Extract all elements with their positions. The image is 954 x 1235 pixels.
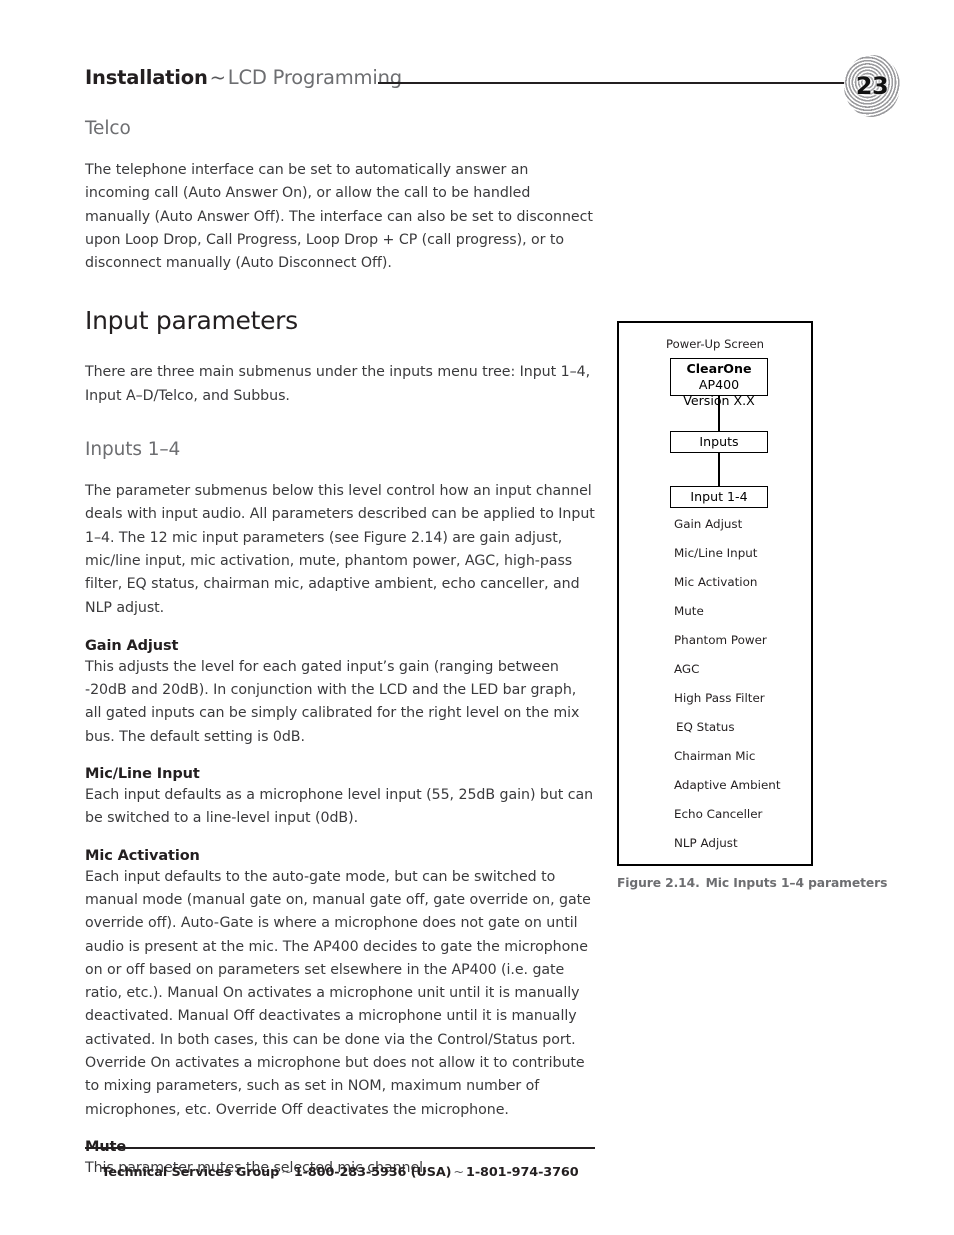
figure-param-chairman-mic: Chairman Mic: [674, 749, 756, 763]
header-title-light: LCD Programming: [227, 66, 402, 89]
heading-telco: Telco: [85, 118, 131, 139]
footer-contact-line: Technical Services Group ~1-800-283-5936 …: [85, 1165, 595, 1180]
figure-param-gain-adjust: Gain Adjust: [674, 517, 743, 531]
main-text-column: Telco The telephone interface can be set…: [85, 118, 595, 1180]
figure-param-phantom-power: Phantom Power: [674, 633, 767, 647]
heading-mic-activation: Mic Activation: [85, 847, 200, 864]
paragraph-inputs-1-4: The parameter submenus below this level …: [85, 483, 595, 616]
document-page: Installation ~ LCD Programming 23 Telco Th…: [0, 0, 954, 1235]
figure-param-echo-canceller: Echo Canceller: [674, 807, 763, 821]
footer-tilde-2: ~: [453, 1164, 465, 1180]
footer-phone-intl: 1-801-974-3760: [466, 1164, 579, 1180]
header-divider-rule: [378, 82, 848, 84]
figure-caption: Figure 2.14. Mic Inputs 1–4 parameters: [617, 876, 937, 890]
page-footer: Technical Services Group ~1-800-283-5936 …: [85, 1147, 595, 1180]
figure-param-eq-status: EQ Status: [676, 720, 735, 734]
footer-tilde-1: ~: [281, 1164, 292, 1180]
page-number-badge: 23: [844, 55, 900, 117]
paragraph-mic-activation: Each input defaults to the auto-gate mod…: [85, 868, 591, 1118]
clearone-model: AP400: [698, 377, 740, 392]
clearone-brand: ClearOne: [686, 361, 752, 376]
footer-phone-usa: 1-800-283-5936 (USA): [293, 1164, 452, 1180]
figure-caption-number: Figure 2.14.: [617, 876, 700, 890]
figure-param-adaptive-ambient: Adaptive Ambient: [674, 778, 781, 792]
figure-power-up-label: Power-Up Screen: [666, 337, 764, 351]
figure-connector-2: [718, 453, 720, 490]
figure-param-agc: AGC: [674, 662, 700, 676]
paragraph-gain-adjust: This adjusts the level for each gated in…: [85, 658, 580, 745]
figure-frame: Power-Up Screen ClearOne AP400 Version X…: [617, 321, 813, 866]
paragraph-input-parameters: There are three main submenus under the …: [85, 364, 591, 404]
footer-group-name: Technical Services Group: [101, 1164, 280, 1180]
heading-gain-adjust: Gain Adjust: [85, 637, 179, 654]
figure-box-line-1: ClearOne AP400: [671, 361, 767, 393]
page-number: 23: [855, 72, 889, 100]
figure-param-mic-line-input: Mic/Line Input: [674, 546, 758, 560]
figure-box-power-up-screen: ClearOne AP400 Version X.X: [670, 358, 768, 408]
figure-caption-title: Mic Inputs 1–4 parameters: [705, 876, 888, 890]
heading-mic-line-input: Mic/Line Input: [85, 766, 200, 783]
figure-box-inputs: Inputs: [670, 431, 768, 453]
running-header: Installation ~ LCD Programming 23: [85, 55, 900, 117]
header-title-strong: Installation: [85, 66, 208, 89]
figure-param-nlp-adjust: NLP Adjust: [674, 836, 738, 850]
heading-input-parameters: Input parameters: [85, 306, 298, 336]
figure-param-mute: Mute: [674, 604, 704, 618]
paragraph-telco: The telephone interface can be set to au…: [85, 162, 593, 272]
footer-divider-rule: [85, 1147, 595, 1149]
paragraph-mic-line-input: Each input defaults as a microphone leve…: [85, 787, 594, 827]
figure-box-input-1-4: Input 1-4: [670, 486, 768, 508]
figure-param-high-pass-filter: High Pass Filter: [674, 691, 765, 705]
header-title: Installation ~ LCD Programming: [85, 66, 402, 89]
figure-2-14: Power-Up Screen ClearOne AP400 Version X…: [617, 321, 813, 866]
figure-param-mic-activation: Mic Activation: [674, 575, 758, 589]
heading-inputs-1-4: Inputs 1–4: [85, 439, 181, 461]
header-title-tilde: ~: [209, 66, 226, 89]
